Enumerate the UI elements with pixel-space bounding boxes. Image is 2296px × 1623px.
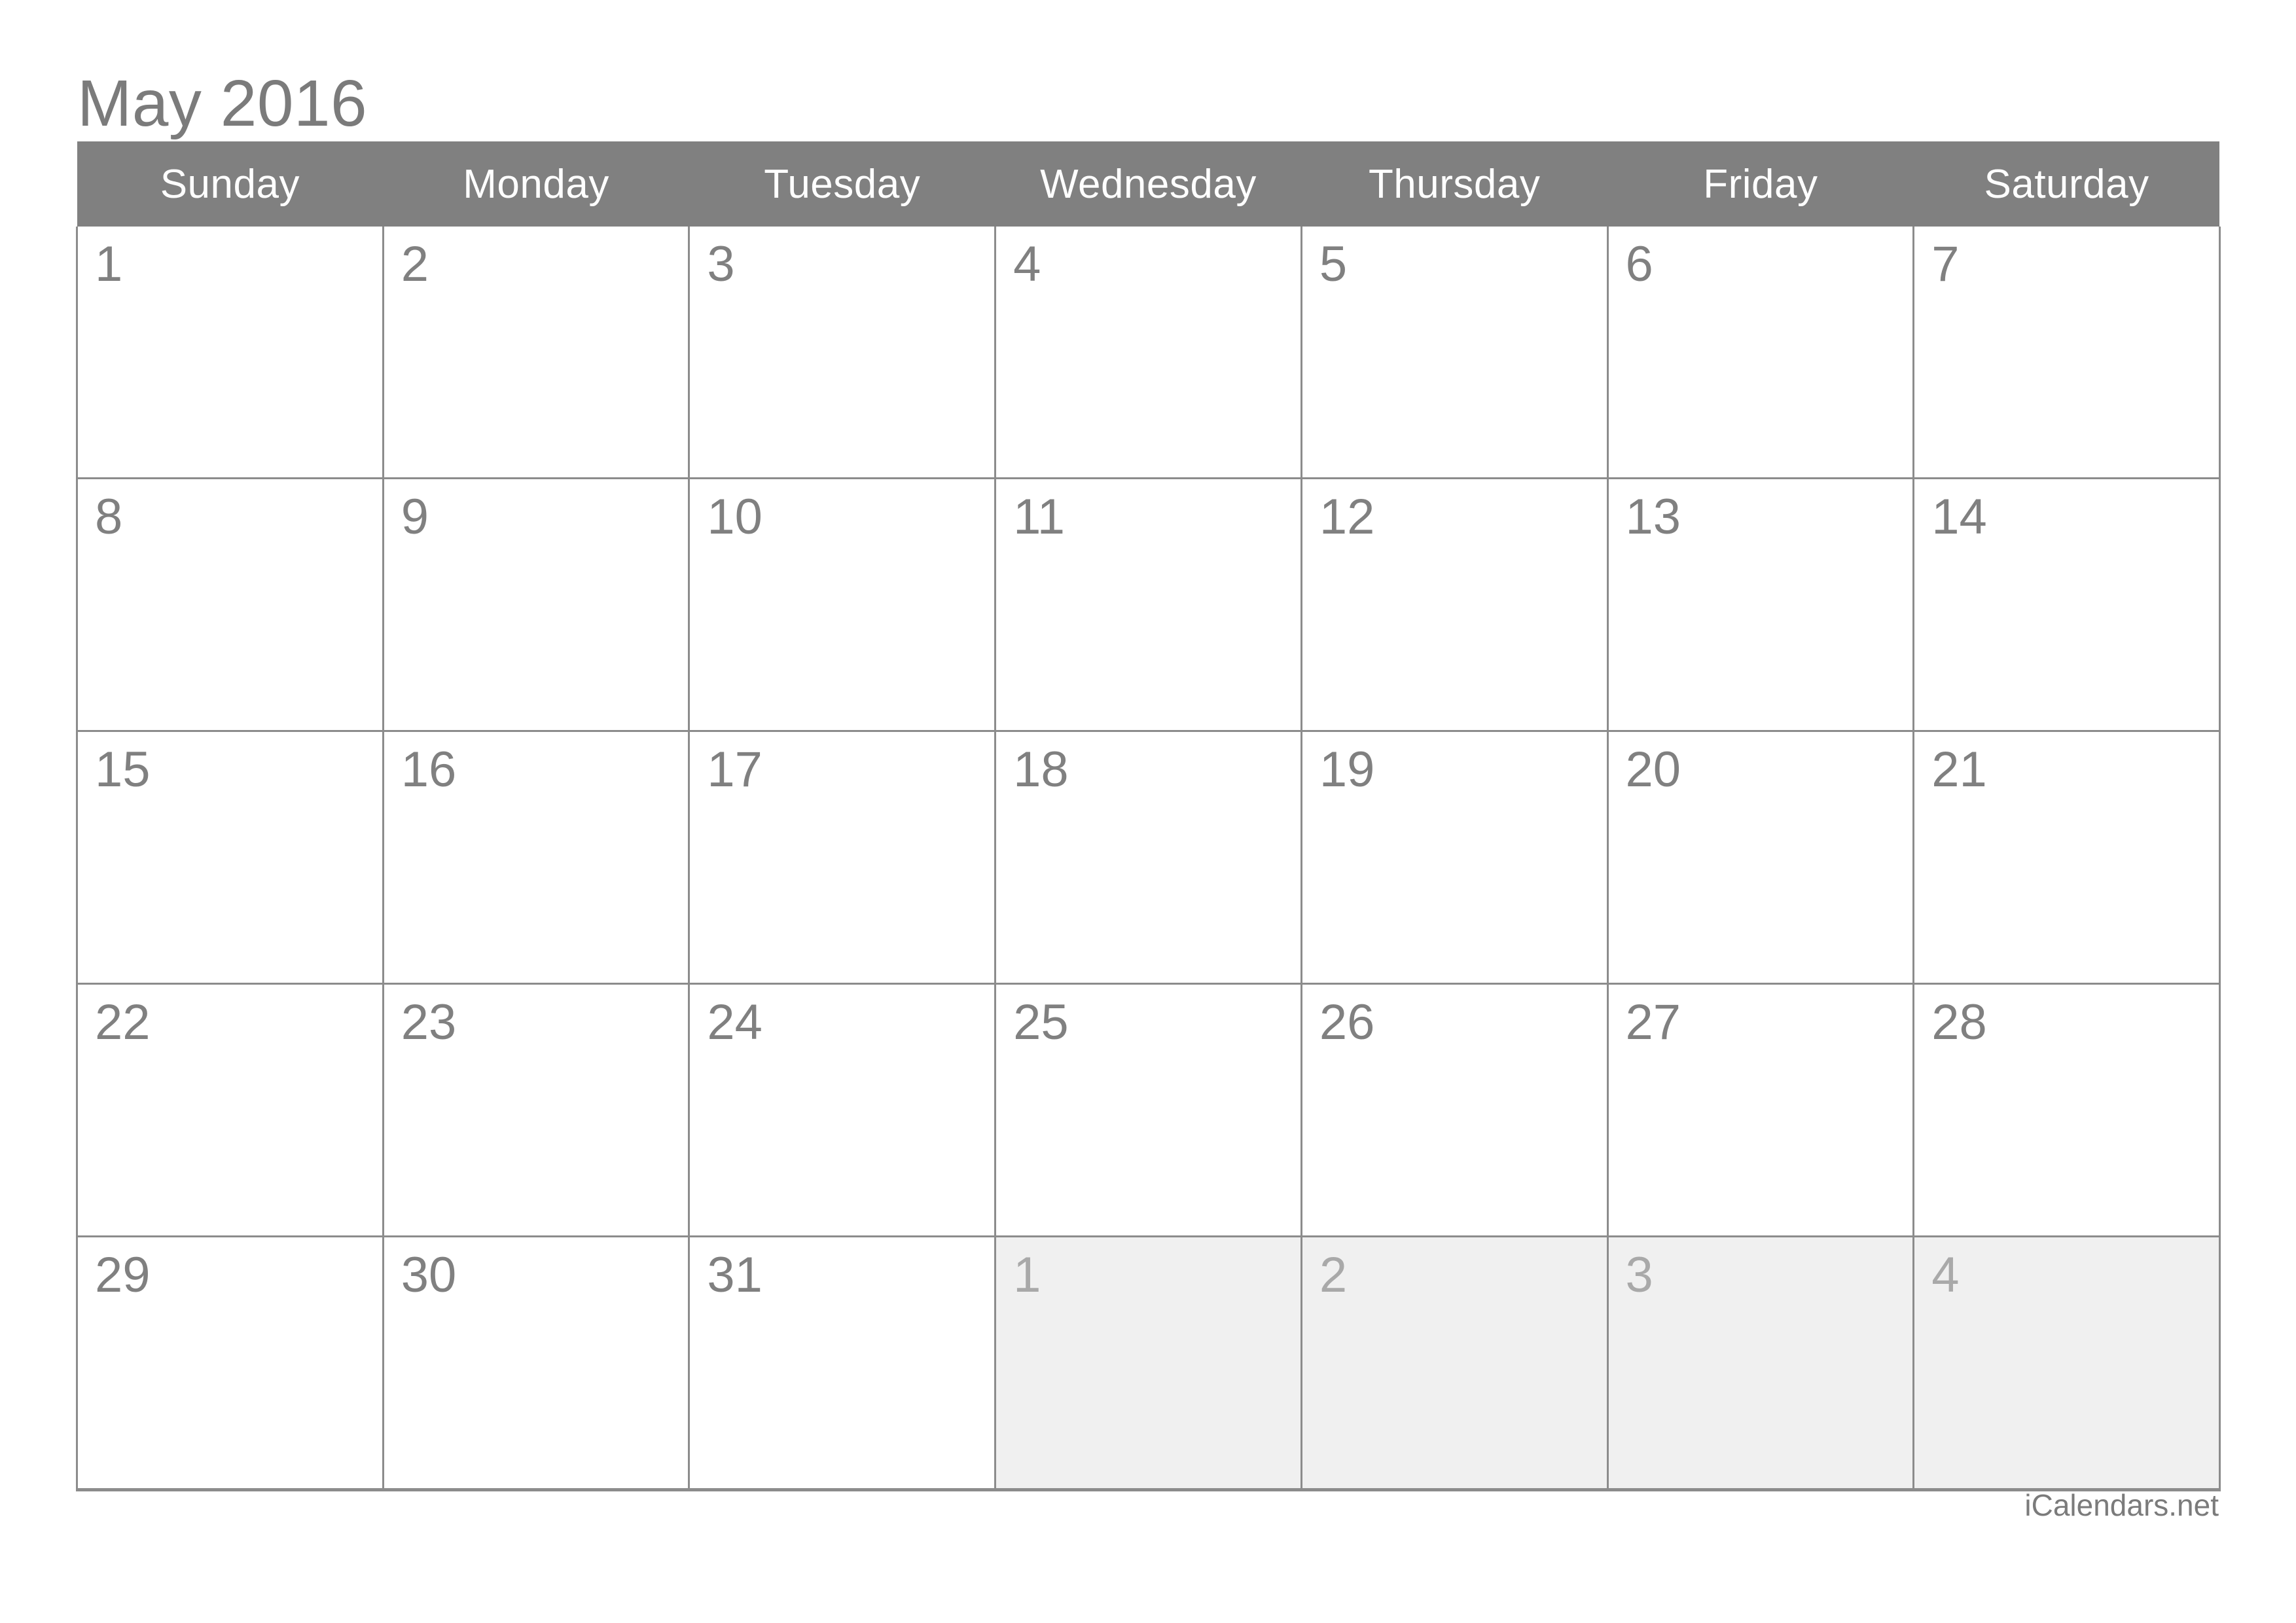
- day-cell[interactable]: 2: [382, 227, 689, 479]
- day-cell-next-month[interactable]: 3: [1606, 1236, 1914, 1491]
- day-number: 1: [95, 236, 123, 292]
- day-number: 23: [401, 994, 457, 1050]
- day-number: 15: [95, 742, 151, 797]
- day-number: 12: [1319, 489, 1375, 545]
- day-cell[interactable]: 9: [382, 478, 689, 732]
- weekday-header-row: Sunday Monday Tuesday Wednesday Thursday…: [77, 141, 2220, 227]
- day-number: 19: [1319, 742, 1375, 797]
- day-cell-next-month[interactable]: 4: [1912, 1236, 2221, 1491]
- day-cell[interactable]: 3: [688, 227, 996, 479]
- day-cell[interactable]: 20: [1606, 731, 1914, 985]
- day-number: 4: [1013, 236, 1041, 292]
- day-number: 18: [1013, 742, 1069, 797]
- calendar-week-row: 8 9 10 11 12 13 14: [76, 478, 2221, 732]
- weekday-header-saturday: Saturday: [1913, 141, 2220, 227]
- page-title: May 2016: [77, 67, 368, 140]
- day-cell[interactable]: 1: [76, 227, 384, 479]
- month-calendar-grid: Sunday Monday Tuesday Wednesday Thursday…: [76, 141, 2221, 1491]
- day-cell[interactable]: 19: [1300, 731, 1608, 985]
- day-cell[interactable]: 17: [688, 731, 996, 985]
- day-number: 25: [1013, 994, 1069, 1050]
- day-cell[interactable]: 7: [1912, 227, 2221, 479]
- calendar-body: 1 2 3 4 5 6 7 8 9 10 11 12 13 14 15 16 1…: [76, 227, 2221, 1491]
- day-number: 24: [707, 994, 762, 1050]
- day-cell[interactable]: 31: [688, 1236, 996, 1491]
- calendar-week-row: 1 2 3 4 5 6 7: [76, 227, 2221, 479]
- day-number: 31: [707, 1247, 762, 1303]
- calendar-week-row: 15 16 17 18 19 20 21: [76, 731, 2221, 985]
- day-cell[interactable]: 22: [76, 983, 384, 1237]
- day-number: 6: [1625, 236, 1653, 292]
- day-number: 30: [401, 1247, 457, 1303]
- day-cell[interactable]: 11: [994, 478, 1302, 732]
- calendar-week-row: 29 30 31 1 2 3 4: [76, 1236, 2221, 1491]
- table-header-row: Sunday Monday Tuesday Wednesday Thursday…: [77, 141, 2220, 227]
- calendar-week-row: 22 23 24 25 26 27 28: [76, 983, 2221, 1237]
- day-cell[interactable]: 29: [76, 1236, 384, 1491]
- day-cell[interactable]: 30: [382, 1236, 689, 1491]
- day-cell[interactable]: 5: [1300, 227, 1608, 479]
- day-number: 17: [707, 742, 762, 797]
- day-number: 26: [1319, 994, 1375, 1050]
- day-cell-next-month[interactable]: 1: [994, 1236, 1302, 1491]
- weekday-header-sunday: Sunday: [77, 141, 384, 227]
- weekday-header-friday: Friday: [1607, 141, 1914, 227]
- day-number: 10: [707, 489, 762, 545]
- calendar-page: May 2016 Sunday Monday Tuesday Wednesday…: [0, 0, 2296, 1623]
- day-cell[interactable]: 13: [1606, 478, 1914, 732]
- day-cell[interactable]: 12: [1300, 478, 1608, 732]
- weekday-header-tuesday: Tuesday: [689, 141, 996, 227]
- day-number: 5: [1319, 236, 1348, 292]
- day-cell[interactable]: 15: [76, 731, 384, 985]
- day-cell-next-month[interactable]: 2: [1300, 1236, 1608, 1491]
- day-number: 20: [1625, 742, 1681, 797]
- weekday-header-thursday: Thursday: [1301, 141, 1608, 227]
- day-cell[interactable]: 6: [1606, 227, 1914, 479]
- day-cell[interactable]: 8: [76, 478, 384, 732]
- day-cell[interactable]: 28: [1912, 983, 2221, 1237]
- weekday-header-monday: Monday: [383, 141, 689, 227]
- footer-brand-link[interactable]: iCalendars.net: [2024, 1490, 2219, 1520]
- day-number: 11: [1013, 489, 1066, 545]
- day-cell[interactable]: 24: [688, 983, 996, 1237]
- day-cell[interactable]: 27: [1606, 983, 1914, 1237]
- day-cell[interactable]: 18: [994, 731, 1302, 985]
- day-cell[interactable]: 16: [382, 731, 689, 985]
- day-number: 22: [95, 994, 151, 1050]
- day-number: 9: [401, 489, 429, 545]
- day-number: 4: [1931, 1247, 1960, 1303]
- day-cell[interactable]: 25: [994, 983, 1302, 1237]
- day-number: 29: [95, 1247, 151, 1303]
- day-number: 8: [95, 489, 123, 545]
- day-number: 16: [401, 742, 457, 797]
- day-number: 2: [1319, 1247, 1348, 1303]
- weekday-header-wednesday: Wednesday: [995, 141, 1302, 227]
- day-cell[interactable]: 26: [1300, 983, 1608, 1237]
- day-number: 28: [1931, 994, 1987, 1050]
- day-number: 7: [1931, 236, 1960, 292]
- day-cell[interactable]: 4: [994, 227, 1302, 479]
- day-number: 1: [1013, 1247, 1041, 1303]
- day-cell[interactable]: 14: [1912, 478, 2221, 732]
- day-number: 3: [707, 236, 735, 292]
- day-number: 13: [1625, 489, 1681, 545]
- day-number: 3: [1625, 1247, 1653, 1303]
- day-cell[interactable]: 21: [1912, 731, 2221, 985]
- day-cell[interactable]: 10: [688, 478, 996, 732]
- day-number: 2: [401, 236, 429, 292]
- day-number: 21: [1931, 742, 1987, 797]
- day-number: 14: [1931, 489, 1987, 545]
- day-cell[interactable]: 23: [382, 983, 689, 1237]
- day-number: 27: [1625, 994, 1681, 1050]
